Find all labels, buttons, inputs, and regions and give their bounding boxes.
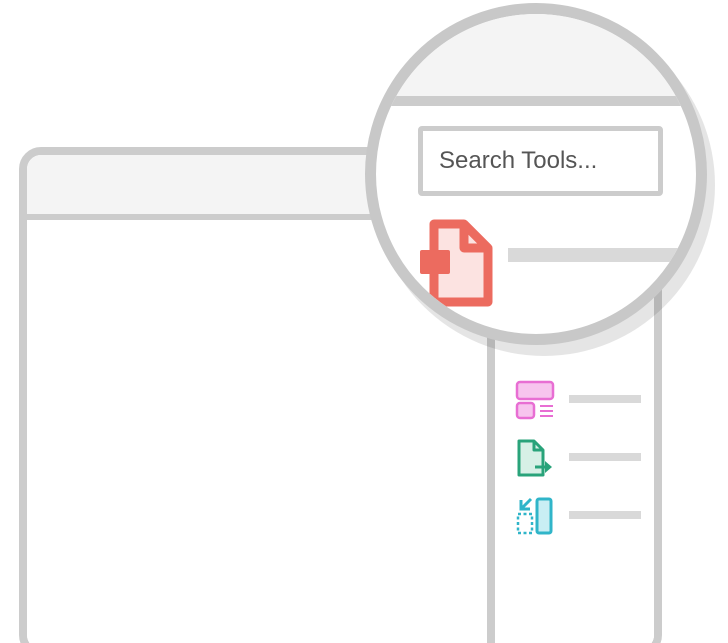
organize-pages-icon [515, 380, 555, 420]
magnified-titlebar [376, 14, 696, 106]
compare-files-icon [516, 497, 553, 535]
tool-label-placeholder [508, 248, 678, 262]
magnifier-lens [365, 3, 707, 345]
tool-item-organize-pages[interactable] [515, 380, 654, 420]
tool-item-compare-files[interactable] [515, 496, 654, 536]
tool-item-export-pdf[interactable] [515, 438, 654, 478]
tool-label-placeholder [569, 395, 641, 403]
tool-label-placeholder [569, 511, 641, 519]
tool-label-placeholder [569, 453, 641, 461]
search-tools-input[interactable] [418, 126, 663, 196]
export-pdf-icon [517, 439, 552, 477]
pdf-document-icon [420, 219, 493, 307]
